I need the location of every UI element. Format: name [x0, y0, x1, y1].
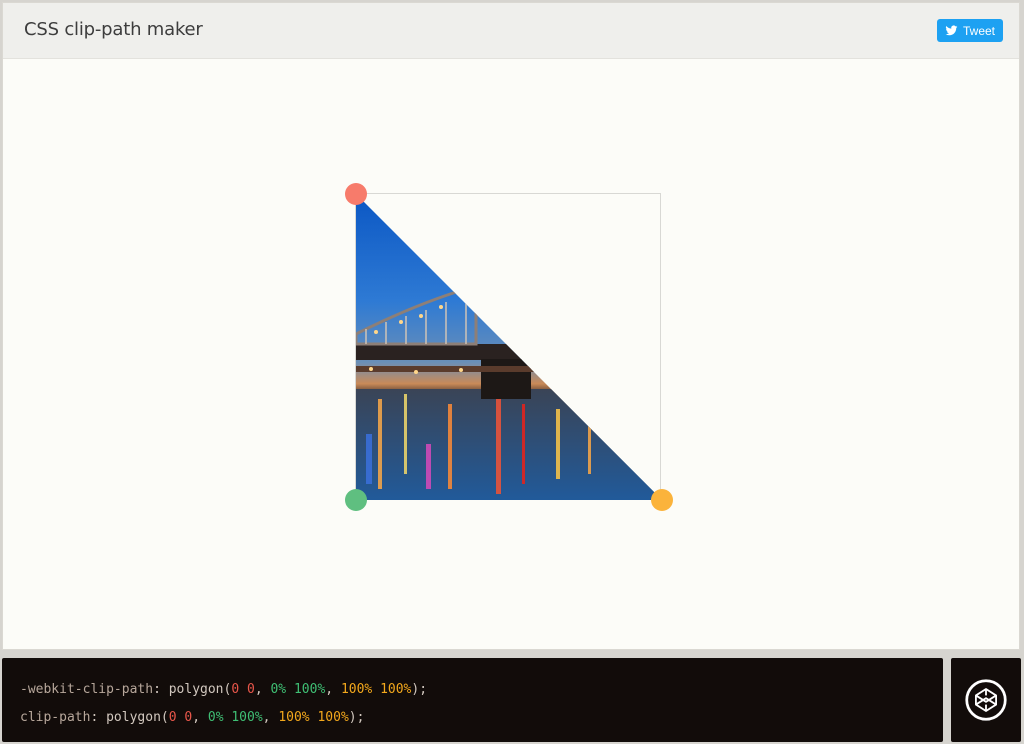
point-2-value: 0% 100%	[270, 682, 326, 697]
polygon-point-2-handle[interactable]	[345, 489, 367, 511]
property-name: clip-path	[20, 710, 91, 725]
property-name: -webkit-clip-path	[20, 682, 154, 697]
webkit-clip-path-line: -webkit-clip-path: polygon(0 0, 0% 100%,…	[20, 682, 428, 697]
point-3-value: 100% 100%	[340, 682, 412, 697]
point-3-value: 100% 100%	[278, 710, 349, 725]
function-open: polygon(	[168, 682, 232, 697]
codepen-link[interactable]	[951, 658, 1021, 742]
function-close: );	[411, 682, 428, 697]
css-code-output[interactable]: -webkit-clip-path: polygon(0 0, 0% 100%,…	[2, 658, 943, 742]
clip-path-line: clip-path: polygon(0 0, 0% 100%, 100% 10…	[20, 710, 365, 725]
polygon-point-1-handle[interactable]	[345, 183, 367, 205]
codepen-icon	[965, 679, 1007, 721]
function-close: );	[348, 710, 365, 725]
point-1-value: 0 0	[168, 710, 193, 725]
clip-stage	[0, 0, 1024, 744]
clipped-image	[356, 194, 662, 500]
point-1-value: 0 0	[231, 682, 255, 697]
function-open: polygon(	[106, 710, 169, 725]
polygon-point-3-handle[interactable]	[651, 489, 673, 511]
point-2-value: 0% 100%	[207, 710, 263, 725]
